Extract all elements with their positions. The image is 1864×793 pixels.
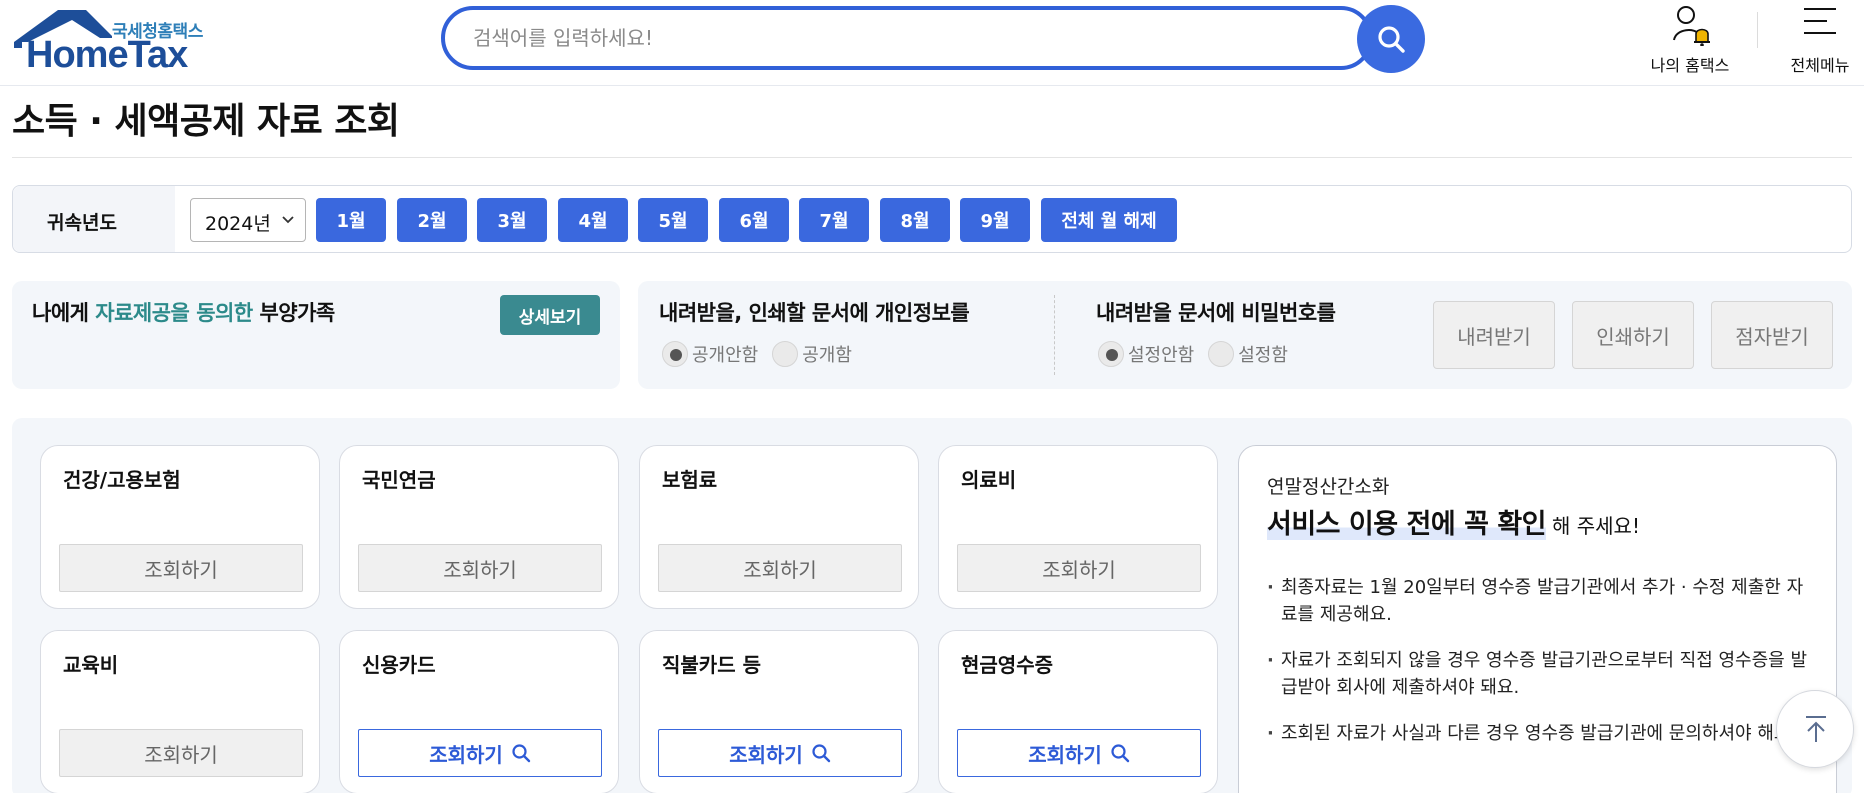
header-divider — [1757, 12, 1758, 48]
download-button[interactable]: 내려받기 — [1433, 301, 1555, 369]
year-filter-bar: 귀속년도 2024년 1월 2월 3월 4월 5월 6월 7월 8월 9월 전체… — [12, 185, 1852, 253]
search-icon — [1378, 26, 1405, 53]
month-button-4[interactable]: 4월 — [558, 198, 628, 242]
options-divider — [1054, 295, 1055, 375]
search-icon — [1111, 744, 1129, 763]
card-cash-receipt: 현금영수증 조회하기 — [938, 630, 1218, 793]
document-options-panel: 내려받을, 인쇄할 문서에 개인정보를 공개안함 공개함 내려받을 문서에 비밀… — [638, 281, 1852, 389]
radio-label-no-password: 설정안함 — [1128, 345, 1195, 366]
radio-no-password[interactable] — [1098, 341, 1124, 367]
logo-wordmark: HomeTax — [26, 34, 188, 76]
month-button-1[interactable]: 1월 — [316, 198, 386, 242]
search-input[interactable] — [441, 6, 1373, 70]
radio-label-hide: 공개안함 — [692, 345, 759, 366]
card-national-pension: 국민연금 조회하기 — [339, 445, 619, 609]
password-title: 내려받을 문서에 비밀번호를 — [1096, 301, 1336, 325]
card-debit-card: 직불카드 등 조회하기 — [639, 630, 919, 793]
braille-button[interactable]: 점자받기 — [1711, 301, 1833, 369]
dependents-highlight: 자료제공을 동의한 — [95, 301, 253, 325]
user-bell-icon — [1673, 6, 1710, 46]
hometax-logo[interactable]: 국세청홈택스 HomeTax — [12, 8, 217, 76]
inquiry-button-disabled[interactable]: 조회하기 — [59, 544, 303, 592]
arrow-up-icon — [1806, 716, 1826, 742]
card-credit-card: 신용카드 조회하기 — [339, 630, 619, 793]
year-label-box: 귀속년도 — [13, 186, 175, 252]
page-title: 소득 · 세액공제 자료 조회 — [12, 101, 400, 142]
dependents-text: 나에게 자료제공을 동의한 부양가족 — [32, 297, 335, 327]
inquiry-button-label: 조회하기 — [429, 742, 503, 767]
month-button-7[interactable]: 7월 — [799, 198, 869, 242]
card-title: 현금영수증 — [961, 653, 1053, 677]
notice-item: 조회된 자료가 사실과 다른 경우 영수증 발급기관에 문의하셔야 해요. — [1267, 720, 1807, 747]
clear-months-button[interactable]: 전체 월 해제 — [1041, 198, 1177, 242]
chevron-down-icon — [282, 216, 294, 224]
month-button-3[interactable]: 3월 — [477, 198, 547, 242]
inquiry-button-disabled[interactable]: 조회하기 — [658, 544, 902, 592]
inquiry-button-label: 조회하기 — [1028, 742, 1102, 767]
my-hometax-label: 나의 홈택스 — [1650, 56, 1730, 75]
inquiry-button-disabled[interactable]: 조회하기 — [59, 729, 303, 777]
notice-headline-main: 서비스 이용 전에 꼭 확인 — [1267, 509, 1547, 540]
card-title: 신용카드 — [362, 653, 436, 677]
scroll-to-top-button[interactable] — [1776, 690, 1854, 768]
notice-list: 최종자료는 1월 20일부터 영수증 발급기관에서 추가 · 수정 제출한 자료… — [1267, 574, 1807, 766]
card-education-expenses: 교육비 조회하기 — [40, 630, 320, 793]
card-title: 건강/고용보험 — [63, 468, 181, 492]
month-button-5[interactable]: 5월 — [638, 198, 708, 242]
search-bar — [441, 5, 1425, 73]
header: 국세청홈택스 HomeTax 나의 홈택스 전체메뉴 — [0, 0, 1864, 86]
service-notice-panel: 연말정산간소화 서비스 이용 전에 꼭 확인해 주세요! 최종자료는 1월 20… — [1238, 445, 1837, 793]
inquiry-button[interactable]: 조회하기 — [358, 729, 602, 777]
radio-label-show: 공개함 — [802, 345, 852, 366]
personal-info-title: 내려받을, 인쇄할 문서에 개인정보를 — [659, 301, 970, 325]
all-menu-button[interactable]: 전체메뉴 — [1776, 4, 1864, 76]
search-icon — [512, 744, 530, 763]
dependents-prefix: 나에게 — [32, 301, 96, 325]
radio-show-personal-info[interactable] — [772, 341, 799, 367]
card-title: 보험료 — [662, 468, 718, 492]
deduction-category-section: 건강/고용보험 조회하기 국민연금 조회하기 보험료 조회하기 의료비 조회하기… — [12, 418, 1852, 793]
inquiry-button[interactable]: 조회하기 — [957, 729, 1201, 777]
search-icon — [812, 744, 830, 763]
radio-set-password[interactable] — [1208, 341, 1235, 367]
notice-item: 최종자료는 1월 20일부터 영수증 발급기관에서 추가 · 수정 제출한 자료… — [1267, 574, 1807, 628]
personal-info-radio-group: 공개안함 공개함 — [662, 341, 866, 367]
dependents-suffix: 부양가족 — [252, 301, 335, 325]
notice-headline: 서비스 이용 전에 꼭 확인 해 주세요! — [1267, 502, 1640, 541]
month-button-9[interactable]: 9월 — [960, 198, 1030, 242]
year-select-value: 2024년 — [205, 213, 271, 235]
month-button-6[interactable]: 6월 — [719, 198, 789, 242]
radio-hide-personal-info[interactable] — [662, 341, 688, 367]
year-select[interactable]: 2024년 — [190, 198, 306, 242]
detail-view-button[interactable]: 상세보기 — [500, 295, 600, 335]
hamburger-icon — [1804, 8, 1836, 34]
card-title: 의료비 — [961, 468, 1017, 492]
card-title: 교육비 — [63, 653, 119, 677]
year-label: 귀속년도 — [47, 212, 117, 234]
month-button-8[interactable]: 8월 — [880, 198, 950, 242]
card-title: 직불카드 등 — [662, 653, 761, 677]
inquiry-button-disabled[interactable]: 조회하기 — [957, 544, 1201, 592]
radio-label-set-password: 설정함 — [1238, 345, 1288, 366]
card-medical-expenses: 의료비 조회하기 — [938, 445, 1218, 609]
inquiry-button[interactable]: 조회하기 — [658, 729, 902, 777]
month-button-2[interactable]: 2월 — [397, 198, 467, 242]
title-divider — [12, 157, 1852, 158]
dependents-panel: 나에게 자료제공을 동의한 부양가족 상세보기 — [12, 281, 620, 389]
print-button[interactable]: 인쇄하기 — [1572, 301, 1694, 369]
card-health-employment-insurance: 건강/고용보험 조회하기 — [40, 445, 320, 609]
inquiry-button-disabled[interactable]: 조회하기 — [358, 544, 602, 592]
all-menu-label: 전체메뉴 — [1790, 56, 1850, 75]
notice-headline-rest: 해 주세요! — [1552, 514, 1640, 538]
inquiry-button-label: 조회하기 — [729, 742, 803, 767]
my-hometax-button[interactable]: 나의 홈택스 — [1630, 4, 1750, 76]
notice-eyebrow: 연말정산간소화 — [1267, 476, 1390, 498]
password-radio-group: 설정안함 설정함 — [1098, 341, 1302, 367]
card-title: 국민연금 — [362, 468, 436, 492]
notice-item: 자료가 조회되지 않을 경우 영수증 발급기관으로부터 직접 영수증을 발급받아… — [1267, 647, 1807, 701]
card-insurance-premium: 보험료 조회하기 — [639, 445, 919, 609]
search-button[interactable] — [1357, 5, 1425, 73]
